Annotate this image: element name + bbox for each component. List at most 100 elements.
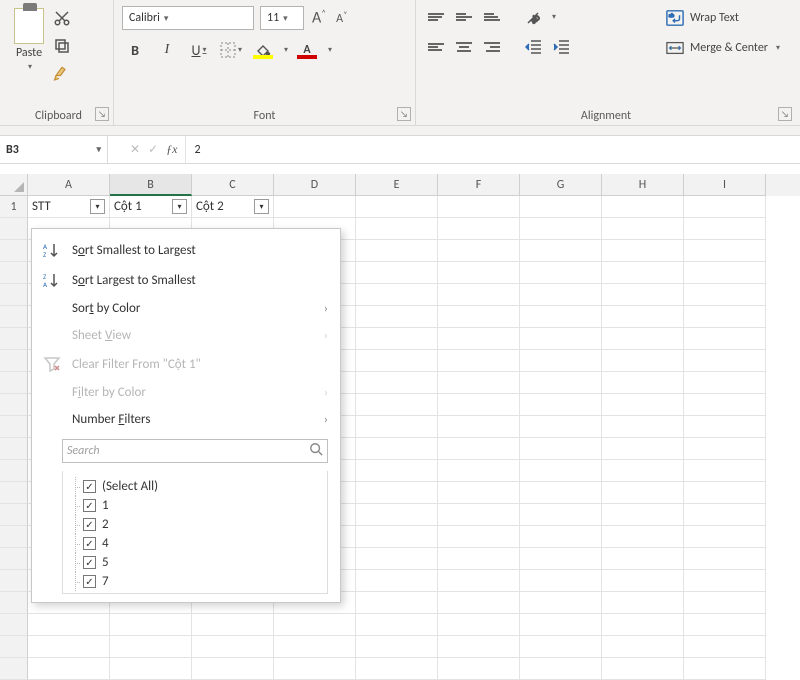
- filter-dropdown-C[interactable]: ▾: [254, 199, 269, 214]
- row-header-22[interactable]: [0, 658, 28, 680]
- copy-button[interactable]: [52, 36, 72, 56]
- font-launcher[interactable]: ↘: [397, 107, 411, 121]
- cell-empty[interactable]: [356, 570, 438, 592]
- font-size-combo[interactable]: 11 ▾: [260, 6, 304, 30]
- row-header-9[interactable]: [0, 372, 28, 394]
- row-header-7[interactable]: [0, 328, 28, 350]
- increase-font-button[interactable]: A˄: [310, 8, 328, 27]
- cell-empty[interactable]: [602, 548, 684, 570]
- cell-empty[interactable]: [602, 350, 684, 372]
- cell-empty[interactable]: [356, 526, 438, 548]
- col-header-G[interactable]: G: [520, 174, 602, 196]
- menu-number-filters[interactable]: Number Filters ›: [32, 406, 340, 433]
- chevron-down-icon[interactable]: ▾: [328, 45, 332, 55]
- cell-empty[interactable]: [684, 350, 766, 372]
- cell-empty[interactable]: [520, 328, 602, 350]
- cell-empty[interactable]: [28, 658, 110, 680]
- cell-empty[interactable]: [684, 394, 766, 416]
- row-header-5[interactable]: [0, 284, 28, 306]
- bold-button[interactable]: B: [122, 38, 148, 62]
- checkbox-icon[interactable]: ✓: [83, 556, 96, 569]
- underline-button[interactable]: U▾: [186, 38, 212, 62]
- cell-empty[interactable]: [602, 306, 684, 328]
- cell-empty[interactable]: [602, 438, 684, 460]
- chevron-down-icon[interactable]: ▾: [284, 45, 288, 55]
- cell-empty[interactable]: [520, 658, 602, 680]
- cell-empty[interactable]: [602, 614, 684, 636]
- cell-empty[interactable]: [602, 460, 684, 482]
- formula-input[interactable]: 2: [185, 136, 800, 163]
- cell-empty[interactable]: [438, 372, 520, 394]
- checkbox-icon[interactable]: ✓: [83, 537, 96, 550]
- cell-empty[interactable]: [356, 482, 438, 504]
- font-name-combo[interactable]: Calibri ▾: [122, 6, 254, 30]
- filter-search-input[interactable]: Search: [62, 439, 328, 463]
- cell-empty[interactable]: [520, 218, 602, 240]
- col-header-F[interactable]: F: [438, 174, 520, 196]
- cell-empty[interactable]: [684, 614, 766, 636]
- cell-empty[interactable]: [684, 284, 766, 306]
- cell-empty[interactable]: [684, 482, 766, 504]
- filter-dropdown-A[interactable]: ▾: [90, 199, 105, 214]
- cell-empty[interactable]: [438, 394, 520, 416]
- cell-empty[interactable]: [602, 482, 684, 504]
- checkbox-icon[interactable]: ✓: [83, 575, 96, 588]
- cell-empty[interactable]: [684, 416, 766, 438]
- cell-empty[interactable]: [438, 526, 520, 548]
- row-header-20[interactable]: [0, 614, 28, 636]
- align-top-button[interactable]: [424, 6, 448, 28]
- cell-empty[interactable]: [602, 218, 684, 240]
- cell-empty[interactable]: [520, 438, 602, 460]
- paste-button[interactable]: Paste ▾: [12, 6, 46, 74]
- align-left-button[interactable]: [424, 36, 448, 58]
- cell-C1[interactable]: Cột 2 ▾: [192, 196, 274, 218]
- cell-empty[interactable]: [356, 416, 438, 438]
- menu-sort-desc[interactable]: Z A Sort Largest to Smallest: [32, 265, 340, 295]
- cell-empty[interactable]: [520, 284, 602, 306]
- cell-empty[interactable]: [438, 482, 520, 504]
- cell-empty[interactable]: [602, 658, 684, 680]
- cell-empty[interactable]: [438, 592, 520, 614]
- cell-empty[interactable]: [602, 526, 684, 548]
- cell-empty[interactable]: [356, 350, 438, 372]
- cell-empty[interactable]: [438, 416, 520, 438]
- cell-empty[interactable]: [438, 218, 520, 240]
- cell-empty[interactable]: [520, 526, 602, 548]
- row-header-13[interactable]: [0, 460, 28, 482]
- filter-item-2[interactable]: ✓ 2: [69, 515, 321, 534]
- filter-item-select-all[interactable]: ✓ (Select All): [69, 477, 321, 496]
- col-header-H[interactable]: H: [602, 174, 684, 196]
- chevron-down-icon[interactable]: ▾: [552, 12, 556, 22]
- cell-empty[interactable]: [356, 504, 438, 526]
- filter-dropdown-B[interactable]: ▾: [172, 199, 187, 214]
- merge-center-button[interactable]: Merge & Center ▾: [658, 36, 788, 60]
- cell-F1[interactable]: [438, 196, 520, 218]
- cell-empty[interactable]: [602, 570, 684, 592]
- cell-empty[interactable]: [110, 614, 192, 636]
- checkbox-icon[interactable]: ✓: [83, 518, 96, 531]
- increase-indent-button[interactable]: [550, 36, 574, 58]
- cell-empty[interactable]: [520, 460, 602, 482]
- cell-empty[interactable]: [356, 284, 438, 306]
- cell-empty[interactable]: [602, 636, 684, 658]
- cell-empty[interactable]: [684, 526, 766, 548]
- font-color-button[interactable]: A: [294, 39, 320, 61]
- cell-empty[interactable]: [438, 658, 520, 680]
- cell-empty[interactable]: [274, 614, 356, 636]
- wrap-text-button[interactable]: ab Wrap Text: [658, 6, 788, 30]
- cell-empty[interactable]: [602, 504, 684, 526]
- cell-empty[interactable]: [602, 592, 684, 614]
- cell-empty[interactable]: [356, 460, 438, 482]
- cell-empty[interactable]: [438, 614, 520, 636]
- cell-empty[interactable]: [438, 636, 520, 658]
- cell-empty[interactable]: [356, 372, 438, 394]
- cell-empty[interactable]: [684, 636, 766, 658]
- cut-button[interactable]: [52, 8, 72, 28]
- cell-empty[interactable]: [684, 218, 766, 240]
- row-header-11[interactable]: [0, 416, 28, 438]
- filter-item-7[interactable]: ✓ 7: [69, 572, 321, 591]
- cell-empty[interactable]: [356, 328, 438, 350]
- cell-empty[interactable]: [602, 284, 684, 306]
- col-header-A[interactable]: A: [28, 174, 110, 196]
- cell-empty[interactable]: [192, 636, 274, 658]
